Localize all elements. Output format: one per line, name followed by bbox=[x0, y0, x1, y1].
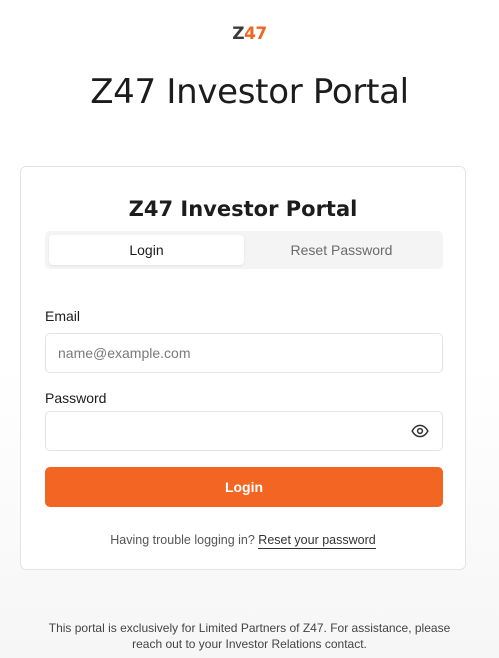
footer-notice: This portal is exclusively for Limited P… bbox=[0, 620, 499, 652]
auth-tabs: Login Reset Password bbox=[45, 231, 443, 269]
footer-line-2: reach out to your Investor Relations con… bbox=[132, 637, 367, 651]
reset-password-link[interactable]: Reset your password bbox=[258, 533, 376, 549]
email-field[interactable] bbox=[45, 333, 443, 373]
tab-login[interactable]: Login bbox=[49, 235, 244, 265]
login-help-prefix: Having trouble logging in? bbox=[110, 533, 255, 547]
logo-number: 47 bbox=[244, 24, 267, 44]
password-label: Password bbox=[45, 390, 107, 406]
footer-line-1: This portal is exclusively for Limited P… bbox=[48, 621, 451, 635]
email-label: Email bbox=[45, 308, 81, 324]
login-help-text: Having trouble logging in? Reset your pa… bbox=[21, 531, 465, 549]
brand-logo: Z47 bbox=[0, 24, 499, 44]
login-card: Z47 Investor Portal Login Reset Password… bbox=[20, 166, 466, 570]
login-button[interactable]: Login bbox=[45, 467, 443, 507]
tab-reset-password[interactable]: Reset Password bbox=[244, 235, 439, 265]
card-title: Z47 Investor Portal bbox=[128, 197, 358, 221]
eye-icon[interactable] bbox=[411, 422, 429, 440]
logo-letter: Z bbox=[232, 24, 245, 44]
page-title: Z47 Investor Portal bbox=[90, 72, 409, 112]
password-field[interactable] bbox=[45, 411, 443, 451]
